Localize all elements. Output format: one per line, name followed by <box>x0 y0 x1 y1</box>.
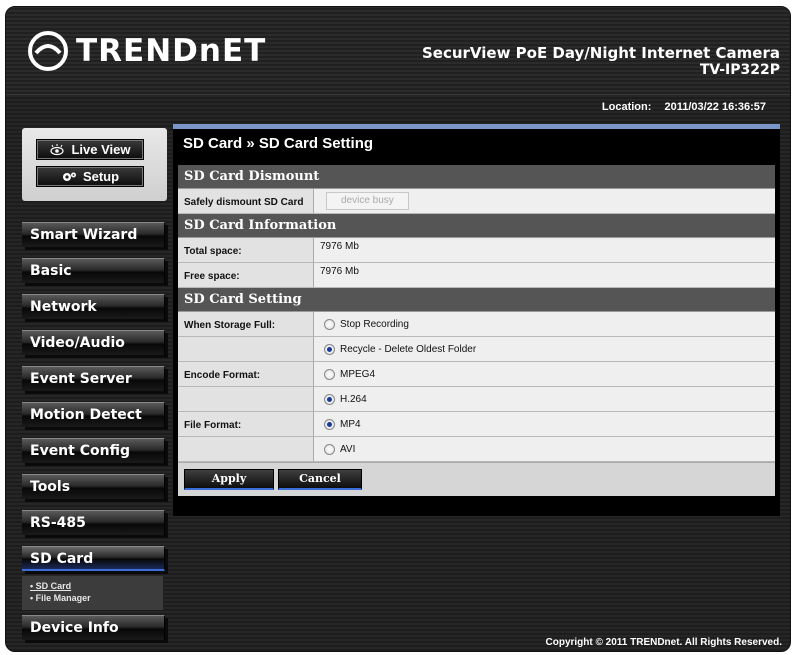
nav-device-info[interactable]: Device Info <box>22 615 165 640</box>
section-info-heading: SD Card Information <box>178 214 775 238</box>
setup-button[interactable]: Setup <box>36 166 144 187</box>
radio-mpeg4[interactable]: MPEG4 <box>320 368 376 380</box>
radio-button-selected[interactable] <box>324 343 335 355</box>
free-space-value: 7976 Mb <box>320 266 359 277</box>
free-space-label: Free space: <box>178 263 314 287</box>
row-file-mp4: File Format: MP4 <box>178 412 775 437</box>
live-view-label: Live View <box>71 142 131 157</box>
logo-text: TRENDnET <box>76 33 267 69</box>
action-bar: Apply Cancel <box>178 462 775 496</box>
row-storage-full-recycle: Recycle - Delete Oldest Folder <box>178 337 775 362</box>
radio-h264[interactable]: H.264 <box>320 393 367 405</box>
dismount-label: Safely dismount SD Card <box>178 189 314 213</box>
subnav-sd-card[interactable]: • SD Card <box>30 580 163 592</box>
nav-sd-card[interactable]: SD Card <box>22 546 165 571</box>
sd-card-panel: SD Card » SD Card Setting SD Card Dismou… <box>173 124 780 516</box>
radio-label: MP4 <box>340 418 361 430</box>
nav-rs485[interactable]: RS-485 <box>22 510 165 535</box>
sd-card-subnav: • SD Card • File Manager <box>22 576 163 610</box>
nav-video-audio[interactable]: Video/Audio <box>22 330 165 355</box>
radio-button[interactable] <box>324 443 335 455</box>
row-dismount: Safely dismount SD Card device busy <box>178 189 775 214</box>
cancel-button[interactable]: Cancel <box>278 469 362 490</box>
row-file-avi: AVI <box>178 437 775 462</box>
location-label: Location: <box>601 101 652 113</box>
radio-recycle[interactable]: Recycle - Delete Oldest Folder <box>320 343 477 355</box>
section-setting-heading: SD Card Setting <box>178 288 775 312</box>
radio-button[interactable] <box>324 318 335 330</box>
radio-label: Stop Recording <box>340 318 409 330</box>
row-encode-h264: H.264 <box>178 387 775 412</box>
radio-label: AVI <box>340 443 356 455</box>
row-free-space: Free space: 7976 Mb <box>178 263 775 288</box>
radio-stop-recording[interactable]: Stop Recording <box>320 318 409 330</box>
encode-format-label: Encode Format: <box>178 362 314 386</box>
location-datetime: 2011/03/22 16:36:57 <box>664 101 766 113</box>
radio-label: MPEG4 <box>340 368 376 380</box>
settings-table: SD Card Dismount Safely dismount SD Card… <box>178 165 775 496</box>
gear-icon <box>62 172 76 181</box>
nav-smart-wizard[interactable]: Smart Wizard <box>22 222 165 247</box>
file-format-label: File Format: <box>178 412 314 436</box>
nav-network[interactable]: Network <box>22 294 165 319</box>
subnav-file-manager[interactable]: • File Manager <box>30 592 163 604</box>
nav-motion-detect[interactable]: Motion Detect <box>22 402 165 427</box>
app-frame: TRENDnET SecurView PoE Day/Night Interne… <box>5 6 791 652</box>
radio-label: H.264 <box>340 393 367 405</box>
product-model: TV-IP322P <box>699 62 780 78</box>
nav-basic[interactable]: Basic <box>22 258 165 283</box>
radio-avi[interactable]: AVI <box>320 443 356 455</box>
setup-label: Setup <box>82 169 120 184</box>
copyright-footer: Copyright © 2011 TRENDnet. All Rights Re… <box>545 637 783 648</box>
radio-button-selected[interactable] <box>324 393 335 405</box>
dismount-button[interactable]: device busy <box>326 192 409 210</box>
apply-button[interactable]: Apply <box>184 469 274 490</box>
view-switcher: Live View Setup <box>22 128 167 201</box>
row-storage-full-stop: When Storage Full: Stop Recording <box>178 312 775 337</box>
radio-label: Recycle - Delete Oldest Folder <box>340 343 477 355</box>
total-space-label: Total space: <box>178 238 314 262</box>
trendnet-logo-icon <box>28 31 68 71</box>
location-readout: Location: 2011/03/22 16:36:57 <box>602 101 766 113</box>
row-total-space: Total space: 7976 Mb <box>178 238 775 263</box>
total-space-value: 7976 Mb <box>320 241 359 252</box>
radio-button[interactable] <box>324 368 335 380</box>
header: TRENDnET SecurView PoE Day/Night Interne… <box>6 7 790 95</box>
eye-icon <box>50 143 65 155</box>
nav-tools[interactable]: Tools <box>22 474 165 499</box>
radio-button-selected[interactable] <box>324 418 335 430</box>
product-info: SecurView PoE Day/Night Internet Camera … <box>421 44 780 79</box>
page-title: SD Card » SD Card Setting <box>183 135 374 152</box>
radio-mp4[interactable]: MP4 <box>320 418 361 430</box>
section-dismount-heading: SD Card Dismount <box>178 165 775 189</box>
live-view-button[interactable]: Live View <box>36 139 144 160</box>
nav-event-config[interactable]: Event Config <box>22 438 165 463</box>
storage-full-label: When Storage Full: <box>178 312 314 336</box>
row-encode-mpeg4: Encode Format: MPEG4 <box>178 362 775 387</box>
product-name: SecurView PoE Day/Night Internet Camera <box>421 44 780 62</box>
trendnet-logo: TRENDnET <box>28 31 266 71</box>
nav-event-server[interactable]: Event Server <box>22 366 165 391</box>
